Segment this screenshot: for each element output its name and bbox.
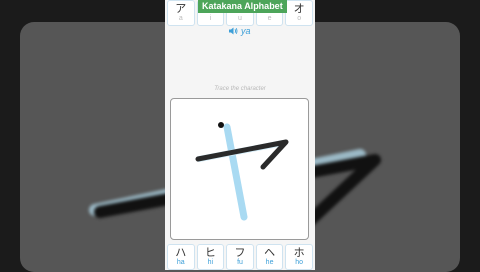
drawn-stroke-horizontal: [195, 139, 289, 170]
romaji-label: fu: [237, 259, 243, 266]
romaji-label: a: [178, 15, 183, 22]
romaji-label: i: [209, 15, 212, 22]
kana-label: ホ: [293, 246, 305, 259]
kana-label: ヒ: [204, 246, 216, 259]
kana-label: フ: [234, 246, 246, 259]
romaji-label: e: [267, 15, 272, 22]
stroke-start-dot: [218, 122, 224, 128]
drawing-canvas[interactable]: [170, 98, 309, 240]
romaji-label: o: [297, 15, 302, 22]
speaker-icon: [229, 27, 238, 35]
character-romaji: ya: [241, 26, 251, 36]
kana-label: ア: [175, 2, 187, 15]
key-o[interactable]: オo: [285, 0, 313, 26]
character-trace: [195, 122, 289, 221]
audio-play-button[interactable]: ya: [228, 26, 251, 36]
romaji-label: u: [238, 15, 242, 22]
romaji-label: ho: [295, 259, 304, 266]
key-fu[interactable]: フ fu: [226, 244, 254, 270]
kana-label: ヘ: [264, 246, 276, 259]
key-ha[interactable]: ハ ha: [167, 244, 195, 270]
key-ho[interactable]: ホ ho: [285, 244, 313, 270]
romaji-label: hi: [207, 259, 214, 266]
romaji-label: he: [265, 259, 274, 266]
key-he[interactable]: ヘ he: [255, 244, 284, 270]
page-title: Katakana Alphabet: [198, 0, 287, 13]
romaji-label: ha: [176, 259, 185, 266]
key-hi[interactable]: ヒ hi: [196, 244, 225, 270]
trace-instruction: Trace the character: [214, 86, 266, 92]
key-a[interactable]: アa: [167, 0, 195, 26]
kana-label: ハ: [175, 246, 187, 259]
kana-label: オ: [293, 2, 305, 15]
bottom-keyboard-row: ハ ha ヒ hi フ fu ヘ he ホ ho: [165, 244, 315, 270]
